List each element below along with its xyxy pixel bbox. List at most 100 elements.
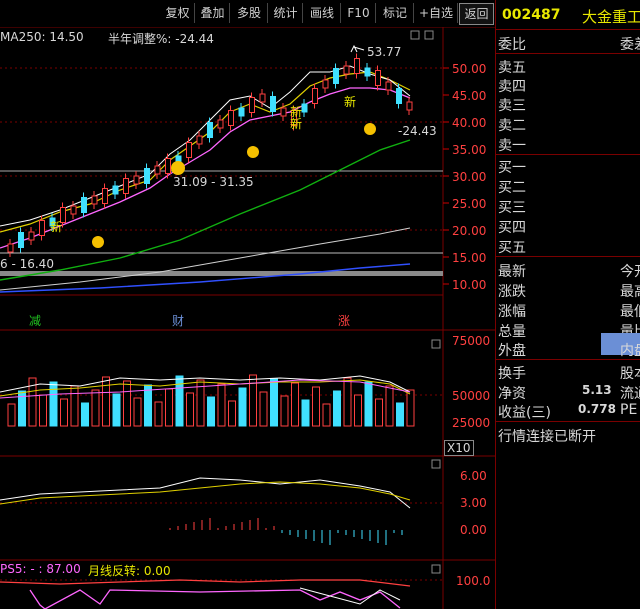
fuquan-button[interactable]: 复权 <box>161 3 195 23</box>
stat-label-right: 今开 <box>620 264 640 280</box>
weibi-label: 委比 <box>498 37 526 53</box>
buy-row: 买三 <box>498 196 640 216</box>
sell-row: 卖三 <box>498 94 640 114</box>
volume-bar <box>343 377 352 427</box>
candle <box>385 81 392 91</box>
volume-bar <box>354 394 362 427</box>
volume-bar <box>81 402 89 427</box>
candle <box>144 168 150 184</box>
candle <box>39 220 45 236</box>
candle <box>333 68 339 84</box>
volume-bar <box>333 390 341 427</box>
candle <box>133 175 140 185</box>
candle <box>154 165 161 175</box>
adjust-label: 半年调整%: -24.44 <box>108 32 214 46</box>
stock-code: 002487 <box>502 7 561 23</box>
mark-button[interactable]: 标记 <box>377 3 414 23</box>
add-watchlist-button[interactable]: +自选 <box>415 3 458 23</box>
stat-row: 涨跌 最高 <box>498 280 640 300</box>
price-tick: 20.00 <box>452 224 487 238</box>
volume-bar <box>207 396 215 427</box>
candle <box>343 65 350 75</box>
kline-chart-area[interactable] <box>0 0 495 609</box>
draw-line-button[interactable]: 画线 <box>304 3 341 23</box>
candle <box>186 142 192 158</box>
volume-bar <box>91 389 100 427</box>
net-asset-row: 净资 5.13 流通 <box>498 382 640 402</box>
sell-label: 卖一 <box>498 138 526 154</box>
event-mark[interactable]: 减 <box>29 312 41 329</box>
buy-row: 买一 <box>498 156 640 176</box>
indicator-label: PS5: - : 87.00 <box>0 562 81 576</box>
candle <box>196 135 203 145</box>
candle <box>28 231 35 241</box>
indicator-label-2: 月线反转: 0.00 <box>88 564 171 578</box>
divider <box>496 154 640 155</box>
event-mark[interactable]: 涨 <box>338 312 350 329</box>
candle <box>217 119 224 129</box>
buy-row: 买四 <box>498 216 640 236</box>
volume-tick: 50000 <box>452 389 491 403</box>
volume-bar <box>70 385 79 427</box>
candle <box>406 101 413 111</box>
statistics-button[interactable]: 统计 <box>269 3 303 23</box>
sell-label: 卖二 <box>498 118 526 134</box>
volume-bar <box>123 380 131 427</box>
sell-label: 卖三 <box>498 98 526 114</box>
stock-header: 002487 大金重工 <box>496 4 640 26</box>
candle <box>249 97 255 113</box>
candle <box>165 158 171 174</box>
divider <box>496 256 640 257</box>
buy-label: 买二 <box>498 180 526 196</box>
volume-bar <box>217 383 226 427</box>
buy-label: 买四 <box>498 220 526 236</box>
volume-bar <box>154 401 163 427</box>
new-mark: 新 <box>50 220 63 234</box>
buy-row: 买五 <box>498 236 640 256</box>
quote-panel: 002487 大金重工 委比 委差 卖五 卖四 卖三 卖二 卖一 买一 买二 买… <box>495 0 640 609</box>
volume-bar <box>270 378 278 427</box>
event-mark[interactable]: 财 <box>172 312 184 329</box>
back-button[interactable]: 返回 <box>459 3 494 25</box>
overlay-button[interactable]: 叠加 <box>196 3 230 23</box>
candle <box>70 205 77 215</box>
turnover-label: 换手 <box>498 366 526 382</box>
macd-tick: 3.00 <box>460 496 487 510</box>
candle <box>354 58 360 74</box>
eps-label: 收益(三) <box>498 405 551 421</box>
candle <box>238 107 245 117</box>
buy-label: 买五 <box>498 240 526 256</box>
sell-label: 卖五 <box>498 60 526 76</box>
stat-row: 涨幅 最低 <box>498 300 640 320</box>
multi-stock-button[interactable]: 多股 <box>231 3 268 23</box>
price-tick: 50.00 <box>452 62 487 76</box>
buy-row: 买二 <box>498 176 640 196</box>
price-tick: 35.00 <box>452 143 487 157</box>
range-label: 31.09 - 31.35 <box>173 175 254 189</box>
weicha-label: 委差 <box>620 37 640 53</box>
volume-bar <box>60 398 68 427</box>
volume-bar <box>301 399 310 427</box>
macd-tick: 0.00 <box>460 523 487 537</box>
turnover-row: 换手 股本 <box>498 362 640 382</box>
volume-bar <box>144 384 152 427</box>
stat-label: 涨跌 <box>498 284 526 300</box>
volume-bar <box>49 381 58 427</box>
candle <box>102 188 108 204</box>
volume-bar <box>291 382 299 427</box>
buy-label: 买三 <box>498 200 526 216</box>
sell-row: 卖一 <box>498 134 640 154</box>
candle <box>396 88 402 104</box>
float-label: 流通 <box>620 386 640 402</box>
price-tick: 45.00 <box>452 89 487 103</box>
candle <box>375 70 381 86</box>
candle <box>270 96 276 112</box>
volume-bar <box>322 403 331 427</box>
f10-button[interactable]: F10 <box>342 3 376 23</box>
connection-status: 行情连接已断开 <box>498 429 596 445</box>
volume-bar <box>39 394 47 427</box>
volume-bar <box>102 376 110 427</box>
stat-row: 外盘 内盘 <box>498 339 640 359</box>
sell-row: 卖二 <box>498 114 640 134</box>
candle <box>123 178 129 194</box>
